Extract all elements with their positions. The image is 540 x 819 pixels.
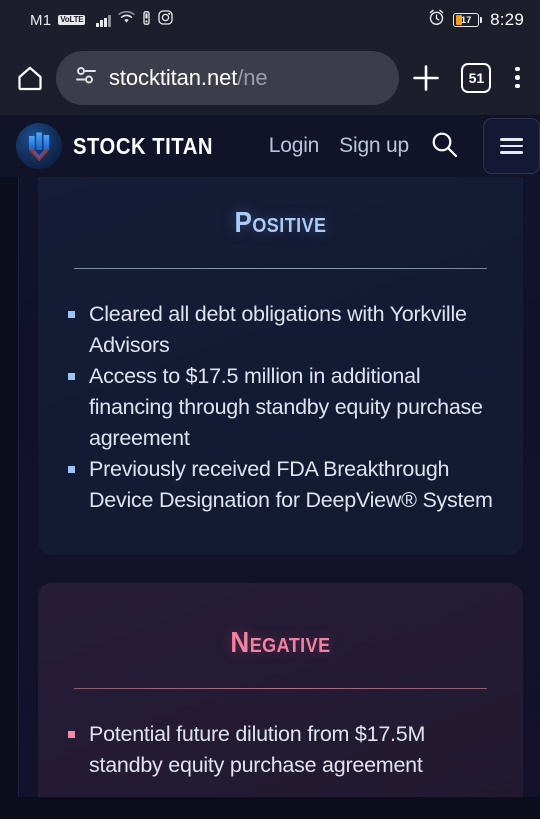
- stock-titan-logo-icon[interactable]: [16, 123, 62, 169]
- plus-icon[interactable]: [409, 61, 443, 95]
- site-header: STOCK TITAN Login Sign up: [0, 115, 540, 177]
- article-body: Positive Cleared all debt obligations wi…: [18, 177, 540, 797]
- header-nav: Login Sign up: [269, 118, 540, 174]
- thermometer-icon: [142, 10, 151, 30]
- list-item: Potential future dilution from $17.5M st…: [64, 719, 497, 781]
- clock-label: 8:29: [490, 10, 524, 29]
- status-bar: M1 VoLTE 17 8:29: [0, 0, 540, 40]
- instagram-icon: [158, 10, 173, 30]
- positive-card-title: Positive: [234, 207, 327, 239]
- negative-card-divider: [74, 688, 487, 689]
- signup-link[interactable]: Sign up: [339, 134, 409, 158]
- volte-badge: VoLTE: [58, 14, 86, 26]
- battery-icon: 17: [453, 13, 483, 27]
- url-path: /ne: [237, 64, 268, 90]
- wifi-icon: [118, 10, 135, 29]
- home-icon[interactable]: [14, 62, 46, 94]
- positive-card-divider: [74, 268, 487, 269]
- three-dot-menu-icon[interactable]: [509, 66, 526, 89]
- address-bar[interactable]: stocktitan.net/ne: [56, 50, 400, 105]
- login-link[interactable]: Login: [269, 134, 320, 158]
- list-item: Cleared all debt obligations with Yorkvi…: [64, 299, 497, 361]
- battery-percent-label: 17: [460, 14, 472, 26]
- alarm-clock-icon: [428, 9, 445, 31]
- list-item: Access to $17.5 million in additional fi…: [64, 361, 497, 454]
- search-icon[interactable]: [429, 129, 459, 164]
- positive-card: Positive Cleared all debt obligations wi…: [38, 177, 523, 555]
- signal-bars-icon: [96, 14, 111, 27]
- url-text: stocktitan.net/ne: [109, 65, 268, 91]
- status-bar-right: 17 8:29: [428, 9, 524, 31]
- browser-toolbar: stocktitan.net/ne 51: [0, 40, 540, 115]
- negative-card-title: Negative: [230, 627, 331, 659]
- tab-counter-button[interactable]: 51: [461, 62, 492, 93]
- brand-label: STOCK TITAN: [73, 132, 213, 159]
- page-content: Positive Cleared all debt obligations wi…: [0, 177, 540, 797]
- negative-card: Negative Potential future dilution from …: [38, 583, 523, 797]
- carrier-label: M1: [30, 11, 52, 29]
- status-bar-left: M1 VoLTE: [30, 10, 173, 30]
- list-item: Previously received FDA Breakthrough Dev…: [64, 454, 497, 516]
- url-domain: stocktitan.net: [109, 64, 238, 90]
- tune-icon[interactable]: [74, 64, 98, 91]
- positive-bullet-list: Cleared all debt obligations with Yorkvi…: [64, 299, 497, 516]
- hamburger-menu-icon[interactable]: [483, 118, 540, 174]
- negative-bullet-list: Potential future dilution from $17.5M st…: [64, 719, 497, 781]
- tab-count-label: 51: [461, 62, 492, 93]
